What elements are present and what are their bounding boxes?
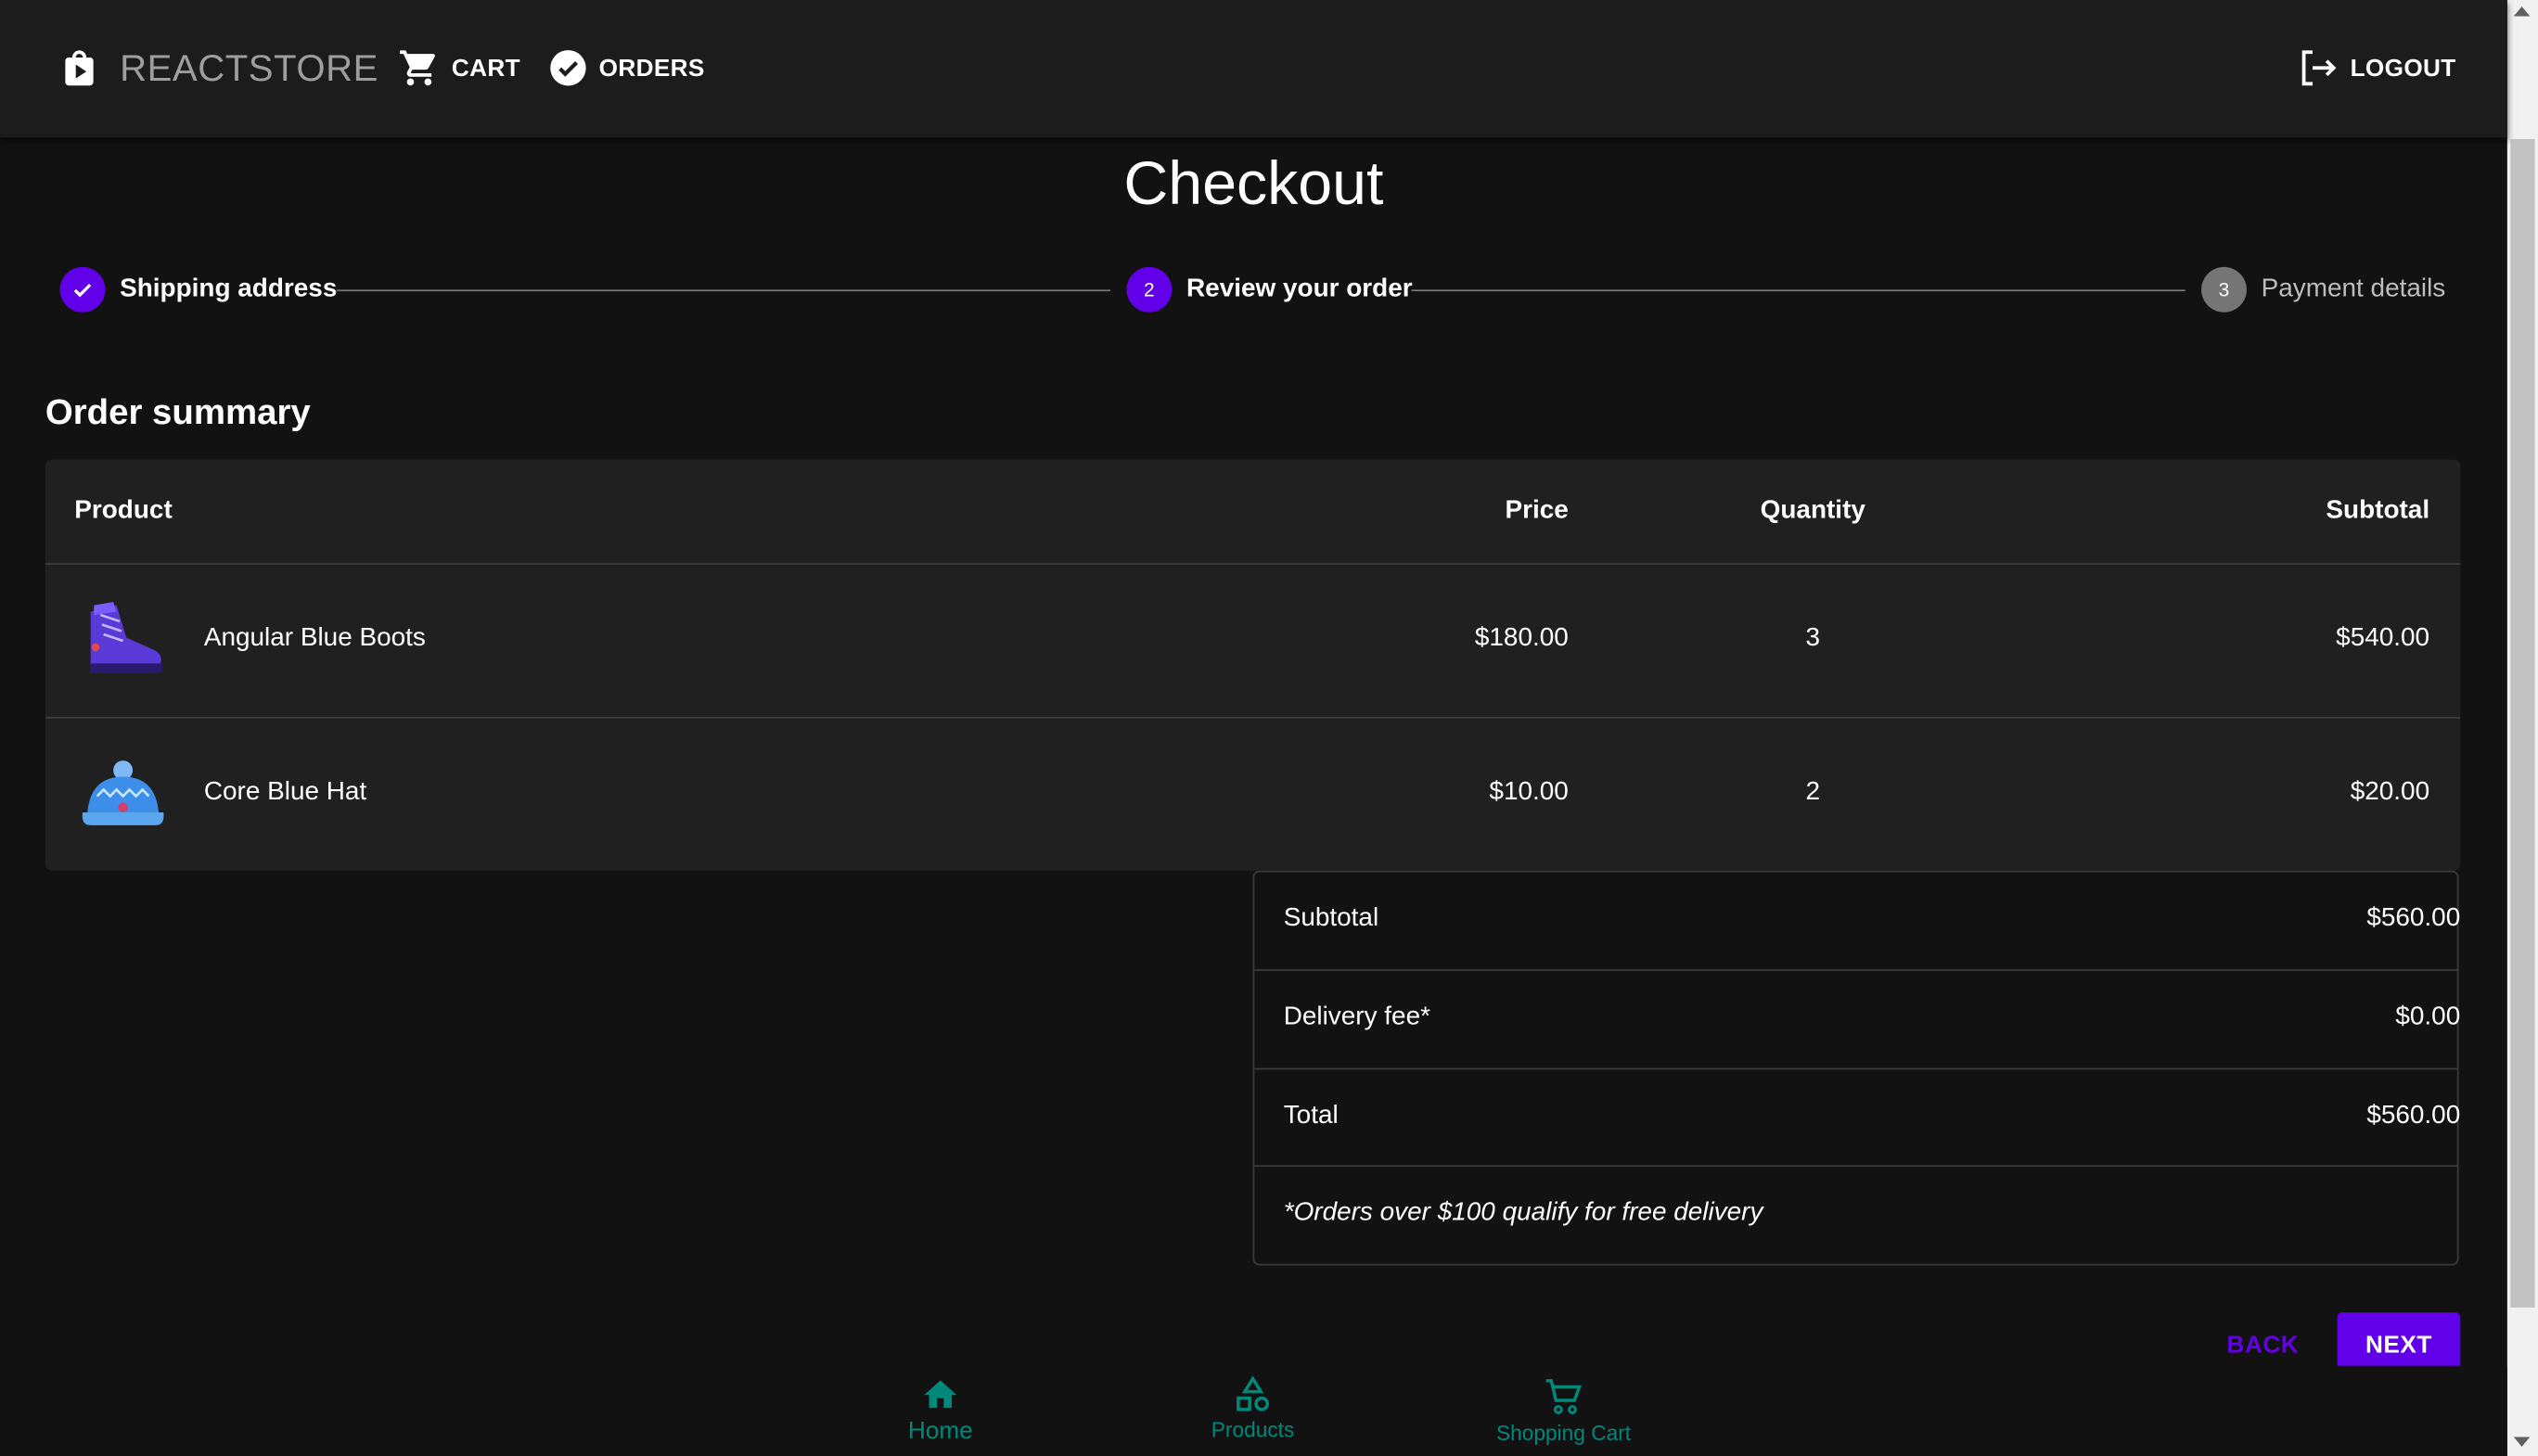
step-review-order: 2 Review your order [1126, 266, 1413, 313]
bottom-nav-label: Shopping Cart [1496, 1421, 1632, 1446]
hat-icon [82, 760, 164, 825]
store-bag-icon [65, 50, 94, 86]
step-shipping-address: Shipping address [59, 266, 338, 313]
bottom-nav-shopping-cart[interactable]: Shopping Cart [1482, 1375, 1644, 1445]
subtotal-value: $560.00 [2366, 904, 2461, 933]
column-header-subtotal: Subtotal [2326, 496, 2430, 525]
logout-icon [2301, 50, 2337, 86]
order-summary-heading: Order summary [45, 391, 311, 432]
bottom-nav-products[interactable]: Products [1188, 1375, 1318, 1442]
row-divider [45, 716, 2461, 719]
step-connector [1411, 289, 2186, 292]
back-button[interactable]: BACK [2218, 1319, 2309, 1371]
logout-label: LOGOUT [2350, 54, 2456, 83]
delivery-fee-label: Delivery fee* [1283, 1003, 1430, 1031]
brand-link[interactable]: REACTSTORE [58, 44, 378, 92]
bottom-nav-label: Products [1211, 1417, 1295, 1442]
step-number: 3 [2201, 266, 2247, 313]
subtotal-label: Subtotal [1283, 904, 1379, 933]
totals-divider [1254, 969, 2459, 971]
logout-button[interactable]: LOGOUT [2297, 44, 2456, 92]
app-root: REACTSTORE CART ORDERS LOGOUT Checkout S… [0, 0, 2538, 1456]
scroll-down-arrow-icon[interactable] [2513, 1437, 2531, 1447]
home-icon [924, 1380, 957, 1409]
price-cell: $10.00 [1489, 778, 1569, 806]
product-name: Core Blue Hat [203, 778, 367, 806]
bottom-nav-label: Home [907, 1417, 973, 1446]
cart-icon [400, 50, 435, 86]
totals-divider [1254, 1067, 2459, 1070]
brand-name: REACTSTORE [120, 45, 378, 89]
quantity-cell: 3 [1805, 624, 1821, 653]
bottom-nav-home[interactable]: Home [891, 1375, 989, 1445]
totals-divider [1254, 1165, 2459, 1168]
scrollbar-thumb[interactable] [2510, 139, 2535, 1308]
price-cell: $180.00 [1474, 624, 1569, 653]
step-payment-details: 3 Payment details [2201, 266, 2446, 313]
shapes-icon [1237, 1375, 1270, 1411]
step-number: 2 [1126, 266, 1173, 313]
order-table [45, 459, 2461, 871]
subtotal-cell: $20.00 [2350, 778, 2430, 806]
subtotal-cell: $540.00 [2336, 624, 2430, 653]
total-label: Total [1283, 1102, 1339, 1130]
app-bar: REACTSTORE CART ORDERS LOGOUT [0, 0, 2507, 138]
delivery-fee-value: $0.00 [2395, 1003, 2461, 1031]
boots-icon [90, 602, 163, 673]
column-header-product: Product [74, 496, 173, 525]
step-label: Payment details [2261, 275, 2446, 303]
column-header-price: Price [1505, 496, 1569, 525]
orders-nav-label: ORDERS [598, 54, 705, 83]
cart-icon [1545, 1379, 1583, 1414]
free-delivery-note: *Orders over $100 qualify for free deliv… [1283, 1198, 1763, 1227]
row-divider [45, 563, 2461, 565]
step-label: Review your order [1186, 275, 1413, 303]
page-title: Checkout [1123, 150, 1384, 219]
orders-nav-button[interactable]: ORDERS [549, 44, 705, 92]
cart-nav-button[interactable]: CART [398, 44, 520, 92]
cart-nav-label: CART [451, 54, 520, 83]
quantity-cell: 2 [1805, 778, 1821, 806]
step-label: Shipping address [120, 275, 338, 303]
column-header-quantity: Quantity [1760, 496, 1865, 525]
total-value: $560.00 [2366, 1102, 2461, 1130]
check-circle-icon [550, 50, 586, 86]
scroll-up-arrow-icon[interactable] [2513, 6, 2531, 17]
product-name: Angular Blue Boots [203, 624, 426, 653]
check-icon [59, 266, 106, 313]
step-connector [336, 289, 1111, 292]
